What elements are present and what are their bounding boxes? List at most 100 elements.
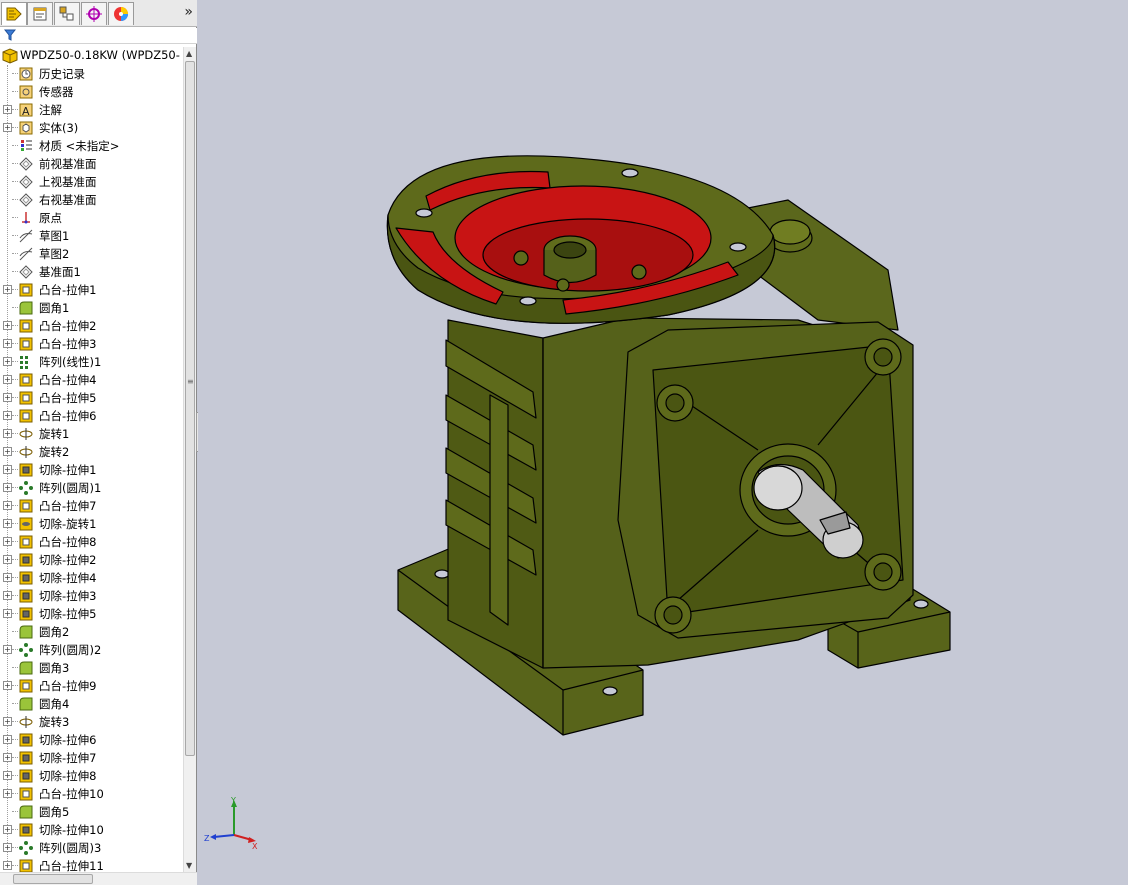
tree-item[interactable]: + 凸台-拉伸5 bbox=[0, 389, 183, 407]
tree-item[interactable]: + 切除-拉伸3 bbox=[0, 587, 183, 605]
tree-item[interactable]: + 切除-拉伸5 bbox=[0, 605, 183, 623]
expand-toggle-icon[interactable]: + bbox=[3, 393, 12, 402]
expand-toggle-icon[interactable]: + bbox=[3, 771, 12, 780]
tree-item[interactable]: + 凸台-拉伸3 bbox=[0, 335, 183, 353]
tree-item-label: 切除-拉伸8 bbox=[39, 769, 97, 783]
expand-toggle-icon[interactable]: + bbox=[3, 465, 12, 474]
expand-toggle-icon[interactable]: + bbox=[3, 519, 12, 528]
expand-toggle-icon[interactable]: + bbox=[3, 411, 12, 420]
tab-configuration-manager[interactable] bbox=[54, 2, 80, 25]
expand-toggle-icon[interactable]: + bbox=[3, 681, 12, 690]
tree-item[interactable]: + 阵列(圆周)3 bbox=[0, 839, 183, 857]
tree-item[interactable]: + 凸台-拉伸10 bbox=[0, 785, 183, 803]
expand-toggle-icon[interactable]: + bbox=[3, 429, 12, 438]
tree-item[interactable]: 材质 <未指定> bbox=[0, 137, 183, 155]
tree-item[interactable]: + 旋转3 bbox=[0, 713, 183, 731]
gearbox-3d-model[interactable] bbox=[198, 0, 1128, 885]
revolve-icon bbox=[19, 716, 33, 728]
scroll-up-arrow-icon[interactable]: ▲ bbox=[186, 49, 192, 58]
tree-item[interactable]: + 阵列(线性)1 bbox=[0, 353, 183, 371]
tree-item-label: 圆角2 bbox=[39, 625, 70, 639]
expand-toggle-icon[interactable]: + bbox=[3, 123, 12, 132]
expand-toggle-icon[interactable]: + bbox=[3, 609, 12, 618]
tree-item[interactable]: 历史记录 bbox=[0, 65, 183, 83]
scrollbar-thumb[interactable] bbox=[185, 61, 195, 756]
tree-item[interactable]: + 切除-拉伸1 bbox=[0, 461, 183, 479]
sensor-icon bbox=[19, 85, 33, 99]
hscrollbar-thumb[interactable] bbox=[13, 874, 93, 884]
tree-item[interactable]: + 切除-拉伸2 bbox=[0, 551, 183, 569]
tree-item[interactable]: + 阵列(圆周)1 bbox=[0, 479, 183, 497]
tree-horizontal-scrollbar[interactable] bbox=[0, 872, 197, 885]
tree-item[interactable]: 上视基准面 bbox=[0, 173, 183, 191]
tree-item[interactable]: 右视基准面 bbox=[0, 191, 183, 209]
expand-toggle-icon[interactable]: + bbox=[3, 447, 12, 456]
tree-item[interactable]: + 切除-旋转1 bbox=[0, 515, 183, 533]
tree-item[interactable]: + 凸台-拉伸2 bbox=[0, 317, 183, 335]
tab-feature-manager[interactable] bbox=[1, 2, 27, 25]
expand-toggle-icon[interactable]: + bbox=[3, 645, 12, 654]
expand-toggle-icon[interactable]: + bbox=[3, 861, 12, 870]
view-orientation-triad: Y X Z bbox=[204, 796, 258, 850]
expand-toggle-icon[interactable]: + bbox=[3, 753, 12, 762]
expand-toggle-icon[interactable]: + bbox=[3, 483, 12, 492]
tree-item[interactable]: 草图2 bbox=[0, 245, 183, 263]
expand-toggle-icon[interactable]: + bbox=[3, 105, 12, 114]
expand-toggle-icon[interactable]: + bbox=[3, 789, 12, 798]
expand-toggle-icon[interactable]: + bbox=[3, 573, 12, 582]
expand-toggle-icon[interactable]: + bbox=[3, 357, 12, 366]
tree-root-part[interactable]: WPDZ50-0.18KW (WPDZ50- bbox=[0, 47, 183, 65]
tree-item[interactable]: + 凸台-拉伸1 bbox=[0, 281, 183, 299]
tree-item[interactable]: 前视基准面 bbox=[0, 155, 183, 173]
feature-manager-panel: » WPDZ50-0.18KW (WPDZ50- 历史记录 传感器 + A 注解 + 实体(… bbox=[0, 0, 197, 885]
expand-toggle-icon[interactable]: + bbox=[3, 825, 12, 834]
tab-dimxpert[interactable] bbox=[81, 2, 107, 25]
tree-item[interactable]: 基准面1 bbox=[0, 263, 183, 281]
tree-item[interactable]: + 旋转2 bbox=[0, 443, 183, 461]
expand-toggle-icon[interactable]: + bbox=[3, 285, 12, 294]
tree-item[interactable]: 圆角5 bbox=[0, 803, 183, 821]
tree-item[interactable]: + 切除-拉伸8 bbox=[0, 767, 183, 785]
tree-item[interactable]: 圆角4 bbox=[0, 695, 183, 713]
tree-item[interactable]: + 凸台-拉伸6 bbox=[0, 407, 183, 425]
tree-item[interactable]: + 凸台-拉伸7 bbox=[0, 497, 183, 515]
expand-toggle-icon[interactable]: + bbox=[3, 537, 12, 546]
expand-toggle-icon[interactable]: + bbox=[3, 321, 12, 330]
expand-toggle-icon[interactable]: + bbox=[3, 735, 12, 744]
tree-filter-bar[interactable] bbox=[0, 28, 197, 44]
tree-item[interactable]: + 凸台-拉伸4 bbox=[0, 371, 183, 389]
tree-item[interactable]: + 切除-拉伸10 bbox=[0, 821, 183, 839]
scroll-down-arrow-icon[interactable]: ▼ bbox=[186, 861, 192, 870]
tab-property-manager[interactable] bbox=[27, 2, 53, 25]
tree-item[interactable]: + 切除-拉伸4 bbox=[0, 569, 183, 587]
tree-item[interactable]: 圆角2 bbox=[0, 623, 183, 641]
tree-item[interactable]: + 阵列(圆周)2 bbox=[0, 641, 183, 659]
tree-item[interactable]: + 实体(3) bbox=[0, 119, 183, 137]
more-tabs-chevron-icon[interactable]: » bbox=[184, 4, 193, 20]
expand-toggle-icon[interactable]: + bbox=[3, 717, 12, 726]
tree-item[interactable]: + 凸台-拉伸8 bbox=[0, 533, 183, 551]
tree-item[interactable]: 原点 bbox=[0, 209, 183, 227]
tree-item[interactable]: 圆角1 bbox=[0, 299, 183, 317]
tree-item[interactable]: 草图1 bbox=[0, 227, 183, 245]
tree-item[interactable]: + 切除-拉伸7 bbox=[0, 749, 183, 767]
expand-toggle-icon[interactable]: + bbox=[3, 339, 12, 348]
graphics-viewport[interactable]: Y X Z bbox=[198, 0, 1128, 885]
expand-toggle-icon[interactable]: + bbox=[3, 501, 12, 510]
tree-item[interactable]: 圆角3 bbox=[0, 659, 183, 677]
expand-toggle-icon[interactable]: + bbox=[3, 591, 12, 600]
filter-icon[interactable] bbox=[4, 29, 16, 41]
tab-display-manager[interactable] bbox=[108, 2, 134, 25]
solid-bodies-icon bbox=[19, 121, 33, 135]
tree-item[interactable]: + 凸台-拉伸9 bbox=[0, 677, 183, 695]
annotation-icon: A bbox=[19, 103, 33, 118]
tree-item[interactable]: + 旋转1 bbox=[0, 425, 183, 443]
tree-item[interactable]: + A 注解 bbox=[0, 101, 183, 119]
tree-item[interactable]: 传感器 bbox=[0, 83, 183, 101]
expand-toggle-icon[interactable]: + bbox=[3, 843, 12, 852]
tree-item[interactable]: + 切除-拉伸6 bbox=[0, 731, 183, 749]
expand-toggle-icon[interactable]: + bbox=[3, 375, 12, 384]
tree-item[interactable]: + 凸台-拉伸11 bbox=[0, 857, 183, 872]
tree-vertical-scrollbar[interactable]: ▲ ≡ ▼ bbox=[183, 47, 196, 872]
expand-toggle-icon[interactable]: + bbox=[3, 555, 12, 564]
